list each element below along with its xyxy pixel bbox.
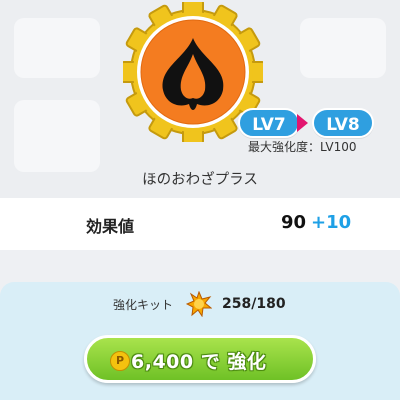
max-level-text: 最大強化度：LV100 bbox=[248, 140, 357, 154]
upgrade-header: LV7 LV8 最大強化度：LV100 ほのおわざプラス bbox=[0, 0, 400, 198]
background-card bbox=[14, 18, 100, 78]
skill-name: ほのおわざプラス bbox=[142, 172, 258, 188]
effect-label: 効果値 bbox=[86, 217, 135, 236]
level-transition: LV7 LV8 bbox=[238, 108, 378, 140]
background-card bbox=[14, 100, 100, 172]
coin-icon: P bbox=[110, 351, 130, 371]
upgrade-button-label: 6,400 で 強化 bbox=[131, 351, 267, 373]
effect-value: 90 bbox=[281, 212, 307, 233]
effect-bonus: +10 bbox=[311, 212, 352, 233]
arrow-right-icon bbox=[297, 114, 308, 132]
kit-label: 強化キット bbox=[113, 298, 174, 312]
next-level-badge: LV8 bbox=[312, 108, 374, 138]
current-level-badge: LV7 bbox=[238, 108, 300, 138]
background-card bbox=[300, 18, 386, 78]
upgrade-button[interactable]: P 6,400 で 強化 bbox=[84, 335, 316, 383]
upgrade-kit-star-icon bbox=[186, 291, 212, 317]
kit-count: 258/180 bbox=[222, 296, 286, 312]
effect-row: 効果値 90 +10 bbox=[0, 198, 400, 250]
